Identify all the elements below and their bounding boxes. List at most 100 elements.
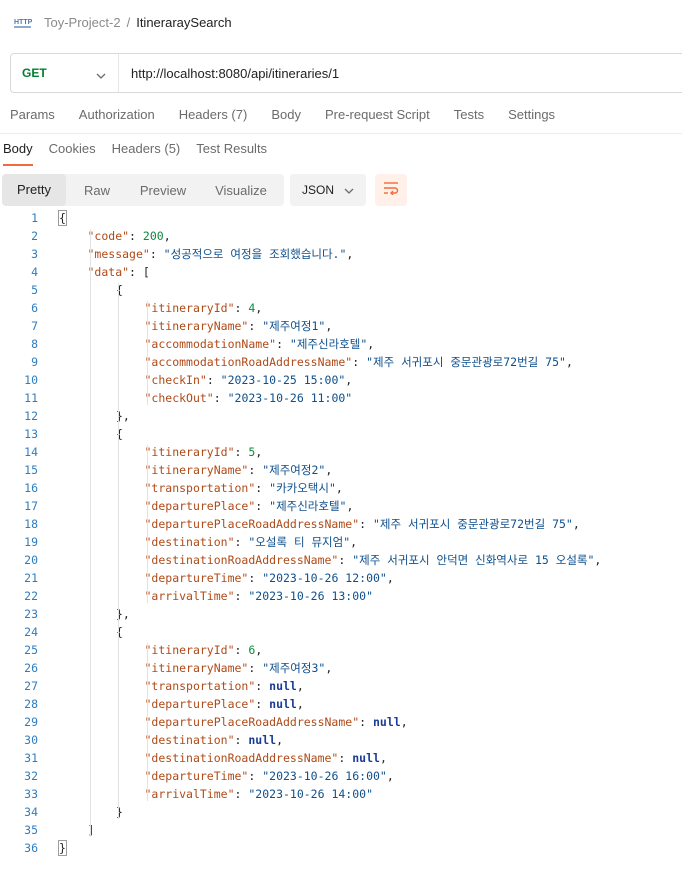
json-string: "2023-10-26 13:00" [248,589,373,603]
method-select[interactable]: GET [11,54,119,92]
url-input[interactable] [119,53,633,93]
line-number: 15 [24,463,38,477]
json-string: "제주 서귀포시 중문관광로72번길 75" [373,517,573,531]
breadcrumb-collection[interactable]: Toy-Project-2 [44,15,121,30]
json-key: "transportation" [144,481,256,495]
json-punctuation: , [276,733,284,747]
json-punctuation: : [248,571,263,585]
line-number: 19 [24,535,38,549]
json-string: "제주 서귀포시 중문관광로72번길 75" [366,355,566,369]
view-visualize-button[interactable]: Visualize [198,183,284,198]
json-punctuation: , [345,373,353,387]
tab-settings[interactable]: Settings [508,107,555,122]
wrap-lines-button[interactable] [375,174,407,206]
method-label: GET [22,66,47,80]
json-key: "itineraryId" [144,643,235,657]
code-text: "departurePlaceRoadAddressName": "제주 서귀포… [145,515,580,533]
json-punctuation: , [379,751,387,765]
line-number: 32 [24,769,38,783]
code-line: 26 "itineraryName": "제주여정3", [0,659,682,677]
json-key: "message" [87,247,150,261]
response-tab-test-results[interactable]: Test Results [196,141,267,166]
json-key: "destination" [144,535,235,549]
line-number: 28 [24,697,38,711]
line-number: 24 [24,625,38,639]
code-line: 24{ [0,623,682,641]
line-number: 3 [31,247,38,261]
code-line: 27 "transportation": null, [0,677,682,695]
code-text: "arrivalTime": "2023-10-26 14:00" [145,785,374,803]
code-text: "departureTime": "2023-10-26 16:00", [145,767,394,785]
json-punctuation: , [386,571,394,585]
json-punctuation: , [325,319,333,333]
tab-authorization[interactable]: Authorization [79,107,155,122]
code-text: "itineraryId": 4, [145,299,263,317]
code-line: 35] [0,821,682,839]
tab-pre-request-script[interactable]: Pre-request Script [325,107,430,122]
code-line: 3 "message": "성공적으로 여정을 조회했습니다.", [0,245,682,263]
code-line: 23}, [0,605,682,623]
code-text: "departurePlaceRoadAddressName": null, [145,713,408,731]
json-key: "departurePlace" [144,697,256,711]
response-tab-body[interactable]: Body [3,141,33,166]
code-text: { [58,209,67,227]
tab-headers[interactable]: Headers (7) [179,107,248,122]
line-number: 23 [24,607,38,621]
json-punctuation: : [338,553,353,567]
code-line: 6 "itineraryId": 4, [0,299,682,317]
json-punctuation: , [325,463,333,477]
tab-params[interactable]: Params [10,107,55,122]
url-bar: GET [10,53,682,93]
json-string: "2023-10-26 11:00" [227,391,353,405]
json-key: "destination" [144,733,235,747]
view-preview-button[interactable]: Preview [128,183,198,198]
json-punctuation: , [386,769,394,783]
json-punctuation: : [255,679,270,693]
line-number: 9 [31,355,38,369]
line-number: 5 [31,283,38,297]
json-punctuation: : [213,391,228,405]
line-number: 26 [24,661,38,675]
json-key: "itineraryName" [144,319,249,333]
json-punctuation: : [234,301,249,315]
response-tab-headers[interactable]: Headers (5) [112,141,181,166]
code-line: 12}, [0,407,682,425]
json-punctuation: , [255,445,263,459]
divider [0,133,682,134]
code-line: 8 "accommodationName": "제주신라호텔", [0,335,682,353]
view-raw-button[interactable]: Raw [66,183,128,198]
code-text: "transportation": null, [145,677,304,695]
breadcrumb-request-name[interactable]: ItineraraySearch [136,15,231,30]
view-pretty-button[interactable]: Pretty [2,174,66,206]
code-line: 15 "itineraryName": "제주여정2", [0,461,682,479]
json-punctuation: , [400,715,408,729]
tab-tests[interactable]: Tests [454,107,484,122]
code-line: 19 "destination": "오설록 티 뮤지엄", [0,533,682,551]
json-key: "departurePlaceRoadAddressName" [144,517,360,531]
code-line: 30 "destination": null, [0,731,682,749]
code-line: 28 "departurePlace": null, [0,695,682,713]
json-string: "제주신라호텔" [289,337,368,351]
code-text: "accommodationName": "제주신라호텔", [145,335,375,353]
wrap-lines-icon [383,181,399,200]
tab-body[interactable]: Body [271,107,301,122]
code-line: 34} [0,803,682,821]
response-tab-cookies[interactable]: Cookies [49,141,96,166]
chevron-down-icon [344,185,354,195]
format-select[interactable]: JSON [290,174,366,206]
json-punctuation: : [338,751,353,765]
code-text: "checkIn": "2023-10-25 15:00", [145,371,353,389]
json-punctuation: : [352,355,367,369]
line-number: 36 [24,841,38,855]
json-punctuation: : [234,787,249,801]
code-text: "accommodationRoadAddressName": "제주 서귀포시… [145,353,573,371]
json-punctuation: , [594,553,602,567]
response-body-viewer[interactable]: 1{2 "code": 200, 3 "message": "성공적으로 여정을 조회… [0,209,682,857]
json-punctuation: } [58,840,67,856]
json-key: "destinationRoadAddressName" [144,553,339,567]
json-key: "accommodationRoadAddressName" [144,355,353,369]
code-text: "itineraryName": "제주여정2", [145,461,333,479]
line-number: 31 [24,751,38,765]
code-line: 2 "code": 200, [0,227,682,245]
code-line: 16 "transportation": "카카오택시", [0,479,682,497]
